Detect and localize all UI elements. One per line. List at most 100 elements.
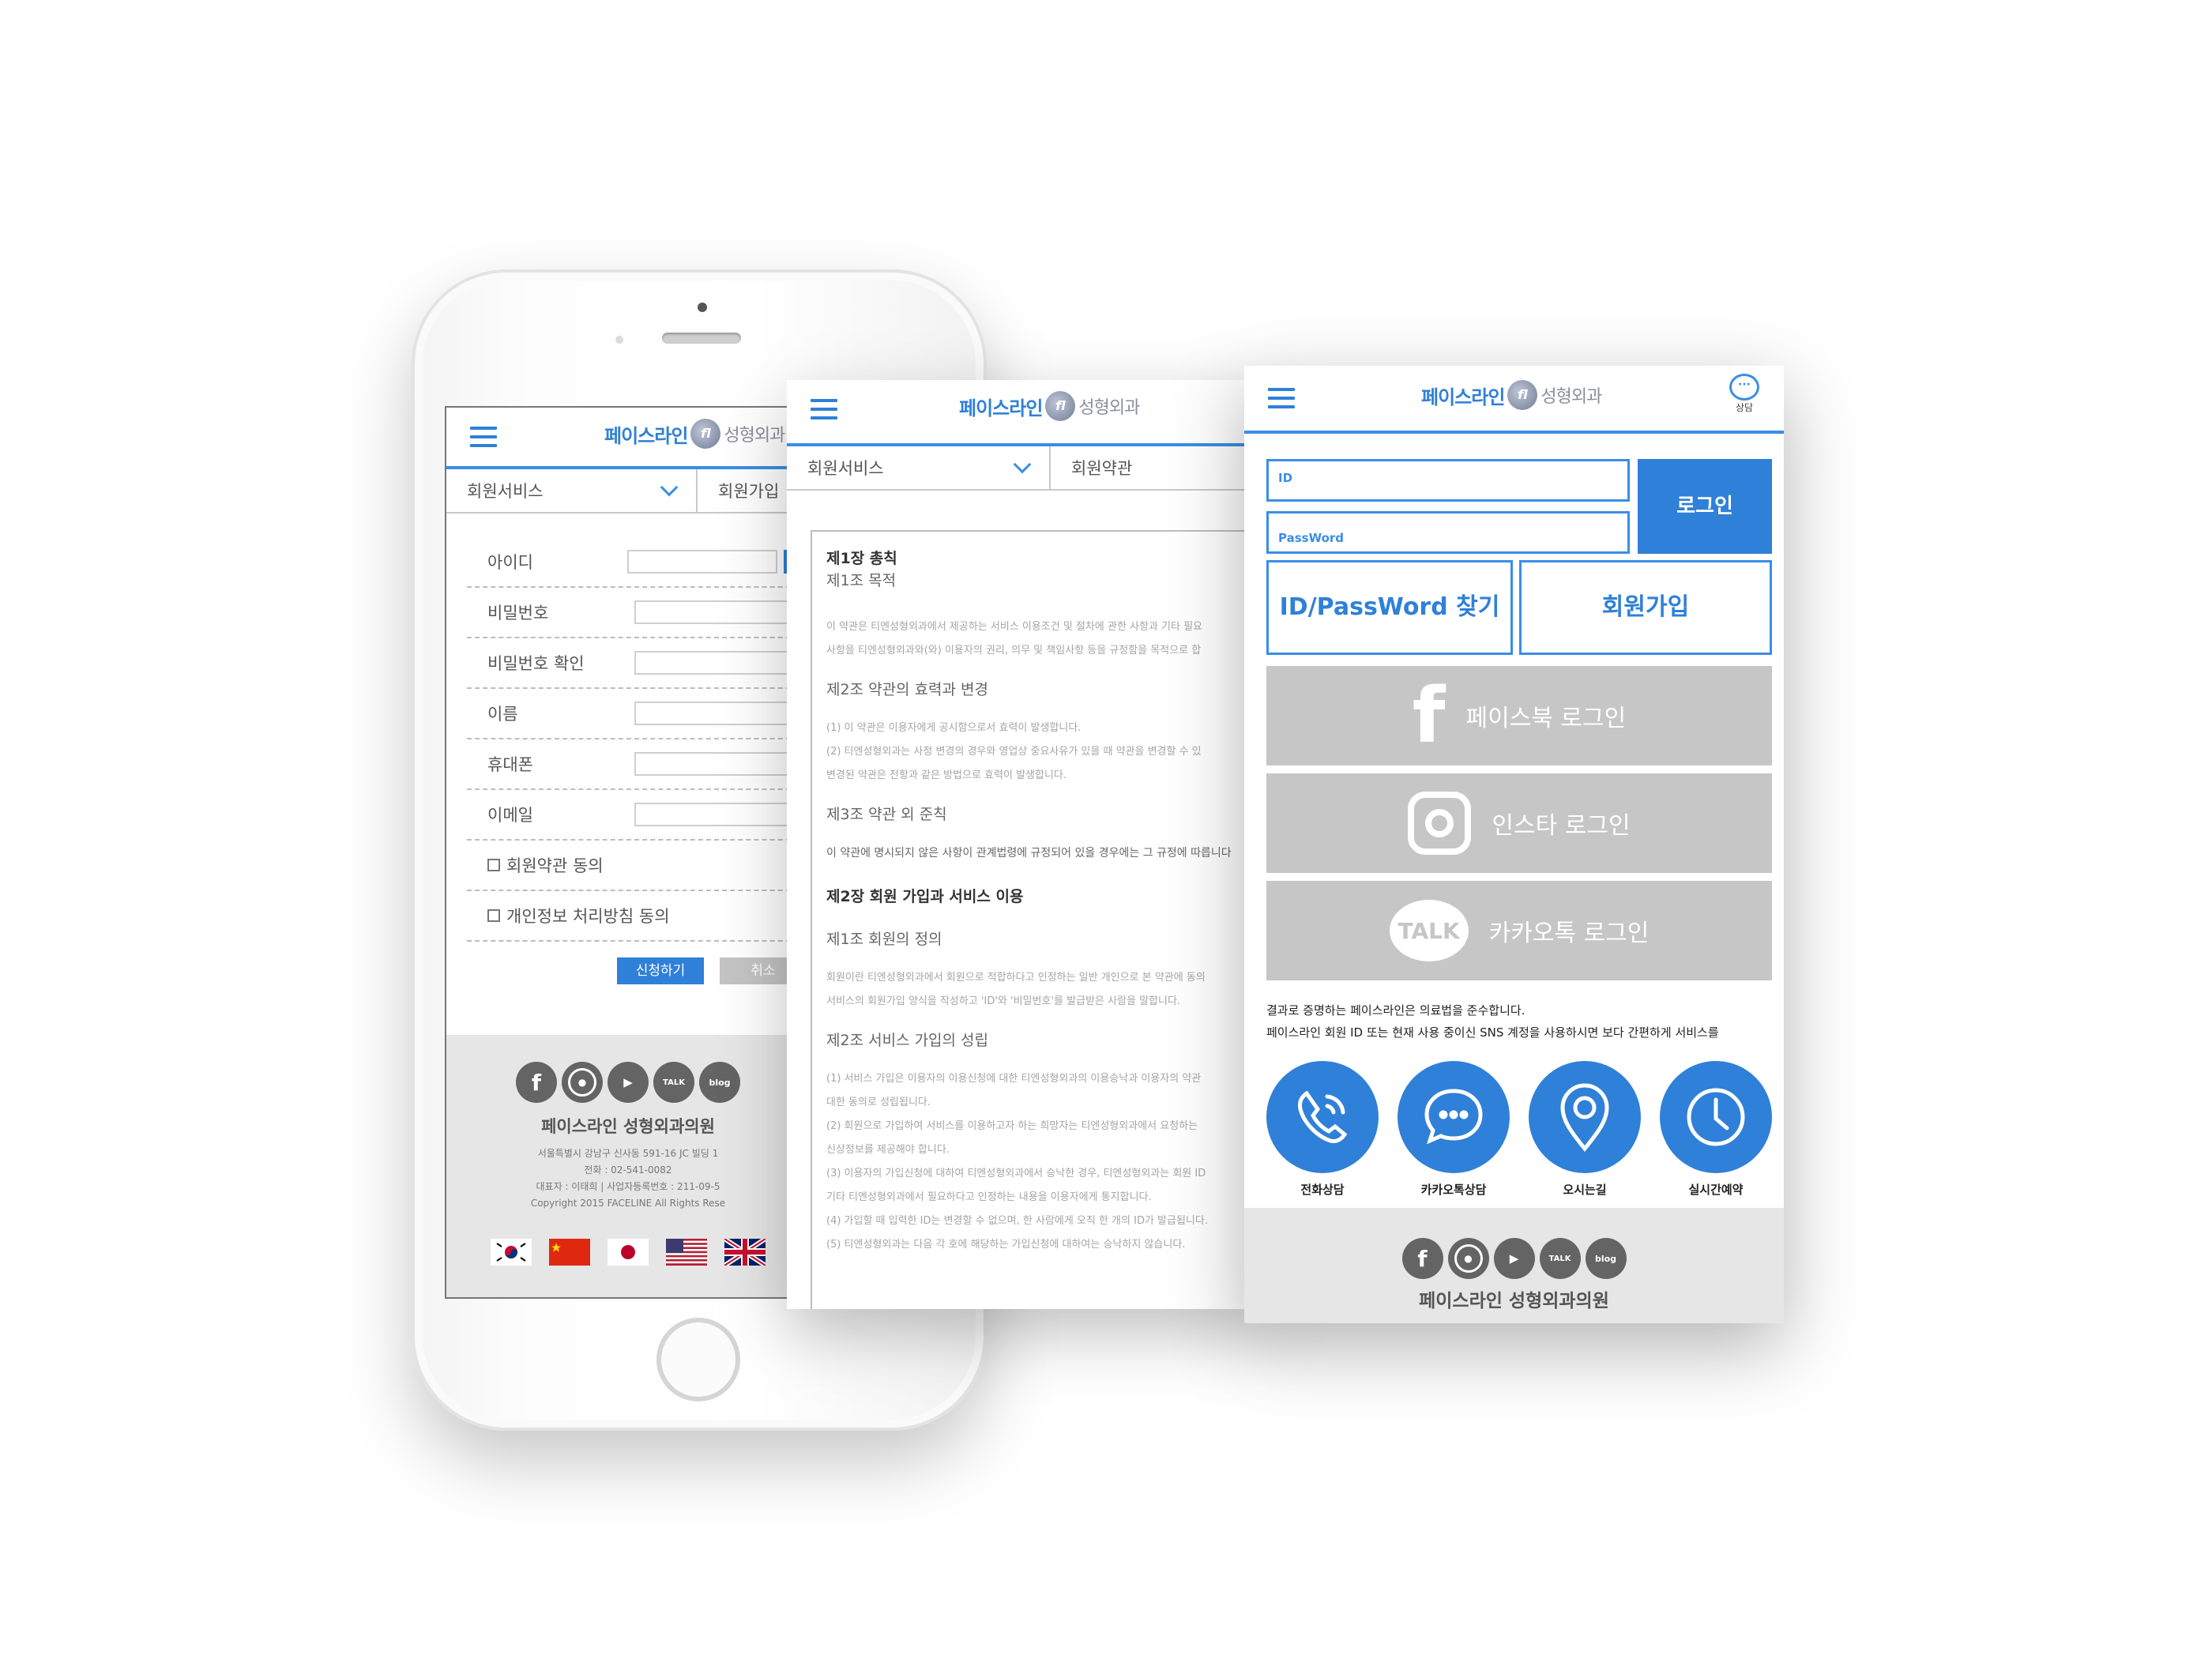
article-text: (1) 이 약관은 이용자에게 공시함으로서 효력이 발생합니다. — [826, 722, 1082, 734]
article-title: 제1조 회원의 정의 — [826, 931, 942, 948]
article-text: 기타 티엔성형외과에서 필요하다고 인정하는 내용을 이용자에게 통지합니다. — [826, 1191, 1152, 1203]
korea-flag[interactable] — [491, 1239, 532, 1266]
sns-label: 인스타 로그인 — [1492, 812, 1631, 840]
kakaotalk-login-button[interactable]: TALK 카카오톡 로그인 — [1266, 881, 1772, 980]
field-label: 비밀번호 확인 — [487, 654, 585, 673]
logo-main: 페이스라인 — [604, 424, 688, 447]
kakaotalk-icon[interactable]: TALK — [653, 1062, 694, 1103]
sns-label: 페이스북 로그인 — [1465, 705, 1627, 732]
header: 페이스라인 fl 성형외과 — [446, 408, 807, 469]
china-flag[interactable] — [549, 1239, 590, 1266]
subnav-service-dropdown[interactable]: 회원서비스 — [446, 469, 698, 512]
language-flags — [446, 1239, 807, 1266]
name-input[interactable] — [634, 702, 792, 725]
join-button[interactable]: 회원가입 — [1519, 560, 1772, 655]
logo[interactable]: 페이스라인 fl 성형외과 — [959, 391, 1140, 421]
quick-label: 실시간예약 — [1688, 1183, 1744, 1197]
menu-icon[interactable] — [470, 427, 497, 447]
chat-bubble-icon: ··· — [1729, 374, 1759, 401]
subnav-label: 회원가입 — [718, 482, 780, 501]
article-text: 이 약관은 티엔성형외과에서 제공하는 서비스 이용조건 및 절차에 관한 사항… — [826, 621, 1203, 633]
phone-input[interactable] — [634, 752, 792, 776]
youtube-icon[interactable]: ▶ — [608, 1062, 649, 1103]
password-input[interactable]: PassWord — [1266, 511, 1630, 554]
subnav-terms[interactable]: 회원약관 — [1051, 446, 1153, 489]
consult-button[interactable]: ··· 상담 — [1727, 374, 1762, 414]
form-row-name: 이름 — [467, 689, 807, 739]
quick-call[interactable]: 전화상담 — [1266, 1061, 1379, 1198]
location-icon — [1529, 1061, 1641, 1173]
terms-content[interactable]: 제1장 총칙 제1조 목적 이 약관은 티엔성형외과에서 제공하는 서비스 이용… — [811, 530, 1261, 1309]
password-confirm-input[interactable] — [634, 651, 792, 675]
quick-reservation[interactable]: 실시간예약 — [1660, 1061, 1772, 1198]
consult-label: 상담 — [1735, 402, 1754, 413]
quick-kakao-consult[interactable]: 카카오톡상담 — [1398, 1061, 1510, 1198]
article-text: (3) 이용자의 가입신청에 대하여 티엔성형외과에서 승낙한 경우, 티엔성형… — [826, 1168, 1206, 1179]
footer: f ● ▶ TALK blog 페이스라인 성형외과의원 서울특별시 강남구 신… — [446, 1035, 807, 1297]
terms-agree-checkbox[interactable]: 회원약관 동의 — [467, 841, 807, 891]
blog-icon[interactable]: blog — [699, 1062, 740, 1103]
agree-label: 개인정보 처리방침 동의 — [506, 907, 670, 926]
form-row-password: 비밀번호 — [467, 588, 807, 638]
speaker-grille — [662, 333, 741, 344]
blog-text: blog — [709, 1077, 731, 1088]
kakaotalk-icon[interactable]: TALK — [1539, 1238, 1581, 1279]
menu-icon[interactable] — [811, 399, 837, 419]
uk-flag[interactable] — [724, 1239, 766, 1266]
facebook-icon[interactable]: f — [1401, 1238, 1443, 1279]
article-text: (2) 회원으로 가입하여 서비스를 이용하고자 하는 희망자는 티엔성형외과에… — [826, 1120, 1198, 1132]
logo-main: 페이스라인 — [959, 397, 1043, 419]
chat-icon — [1398, 1061, 1510, 1173]
menu-icon[interactable] — [1268, 388, 1295, 408]
quick-directions[interactable]: 오시는길 — [1529, 1061, 1641, 1198]
field-label: 이메일 — [487, 806, 533, 825]
subnav: 회원서비스 회원약관 — [787, 446, 1261, 491]
checkbox-icon[interactable] — [487, 909, 500, 922]
article-text: 이 약관에 명시되지 않은 사항이 관계법령에 규정되어 있을 경우에는 그 규… — [826, 847, 1232, 860]
japan-flag[interactable] — [608, 1239, 649, 1266]
social-links: f ● ▶ TALK blog — [446, 1035, 807, 1103]
instagram-icon[interactable]: ● — [1447, 1238, 1489, 1279]
home-button[interactable] — [656, 1318, 740, 1401]
field-label: 아이디 — [487, 553, 533, 572]
copyright-text: Copyright 2015 FACELINE All Rights Rese — [530, 1198, 726, 1209]
id-input[interactable] — [626, 550, 778, 574]
login-button[interactable]: 로그인 — [1638, 459, 1772, 554]
logo[interactable]: 페이스라인 fl 성형외과 — [1421, 380, 1602, 410]
password-input[interactable] — [634, 600, 792, 624]
logo-main: 페이스라인 — [1421, 386, 1505, 408]
subnav-service-dropdown[interactable]: 회원서비스 — [787, 446, 1051, 489]
form-row-id: 아이디 — [467, 537, 807, 588]
clinic-name: 페이스라인 성형외과의원 — [1419, 1291, 1609, 1311]
article-text: 회원이란 티엔성형외과에서 회원으로 적합하다고 인정하는 일반 개인으로 본 … — [826, 972, 1206, 984]
facebook-login-button[interactable]: f 페이스북 로그인 — [1266, 666, 1772, 766]
privacy-agree-checkbox[interactable]: 개인정보 처리방침 동의 — [467, 891, 807, 942]
logo-sub: 성형외과 — [724, 426, 785, 446]
blog-text: blog — [1594, 1253, 1617, 1264]
blog-icon[interactable]: blog — [1585, 1238, 1627, 1279]
chevron-down-icon — [1013, 455, 1032, 474]
checkbox-icon[interactable] — [487, 859, 500, 871]
logo-emblem-icon: fl — [1507, 380, 1538, 410]
article-text: (5) 티엔성형외과는 다음 각 호에 해당하는 가입신청에 대하여는 승낙하지… — [826, 1239, 1186, 1251]
notice-line: 페이스라인 회원 ID 또는 현재 사용 중이신 SNS 계정을 사용하시면 보… — [1266, 1025, 1719, 1040]
id-input[interactable]: ID — [1266, 459, 1630, 502]
facebook-icon[interactable]: f — [516, 1062, 557, 1103]
email-input[interactable] — [634, 803, 792, 826]
quick-label: 오시는길 — [1563, 1183, 1607, 1197]
instagram-icon[interactable]: ● — [562, 1062, 603, 1103]
logo[interactable]: 페이스라인 fl 성형외과 — [604, 419, 785, 449]
article-text: (1) 서비스 가입은 이용자의 이용신청에 대한 티엔성형외과의 이용승낙과 … — [826, 1073, 1202, 1085]
instagram-login-button[interactable]: 인스타 로그인 — [1266, 773, 1772, 873]
youtube-icon[interactable]: ▶ — [1493, 1238, 1535, 1279]
find-id-password-button[interactable]: ID/PassWord 찾기 — [1266, 560, 1513, 655]
subnav-signup[interactable]: 회원가입 — [698, 469, 799, 512]
address-text: 서울특별시 강남구 신사동 591-16 JC 빌딩 1 — [537, 1148, 719, 1159]
logo-sub: 성형외과 — [1078, 398, 1140, 418]
logo-emblem-icon: fl — [1045, 391, 1076, 421]
signup-form: 아이디 비밀번호 비밀번호 확인 이름 휴대폰 이메일 회원약관 동의 개인정보… — [446, 514, 807, 984]
article-text: (4) 가입할 때 입력한 ID는 변경할 수 없으며, 한 사람에게 오직 한… — [826, 1215, 1208, 1227]
apply-button[interactable]: 신청하기 — [617, 957, 704, 984]
chapter-title: 제2장 회원 가입과 서비스 이용 — [826, 888, 1024, 905]
usa-flag[interactable] — [666, 1239, 707, 1266]
